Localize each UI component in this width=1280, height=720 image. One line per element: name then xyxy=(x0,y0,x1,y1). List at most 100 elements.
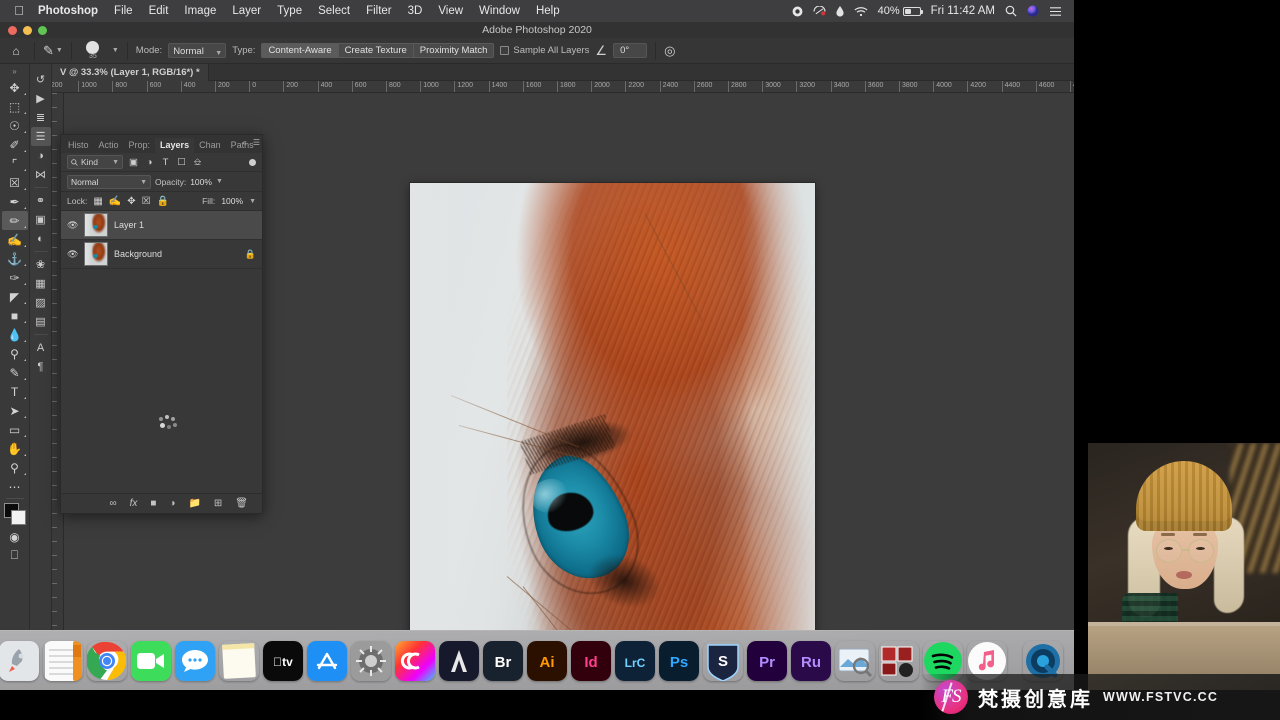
layer-mask-icon[interactable]: ■ xyxy=(150,498,156,509)
lock-artboard-icon[interactable]: ☒ xyxy=(142,196,151,207)
new-fill-adjustment-icon[interactable]: ◑ xyxy=(169,498,175,509)
adjustments-icon[interactable]: ◑ xyxy=(31,146,51,165)
menu-type[interactable]: Type xyxy=(269,5,310,17)
type-segmented-control[interactable]: Content-Aware Create Texture Proximity M… xyxy=(261,43,495,58)
properties-icon[interactable]: ≣ xyxy=(31,108,51,127)
adjustment-filter-icon[interactable]: ◑ xyxy=(144,157,155,168)
type-option-proximity-match[interactable]: Proximity Match xyxy=(412,43,495,58)
layer-name[interactable]: Layer 1 xyxy=(114,220,256,230)
layers-icon[interactable]: ☰ xyxy=(30,127,51,146)
swatches-icon[interactable]: ❀ xyxy=(31,255,51,274)
angle-icon[interactable]: ∠ xyxy=(595,43,607,59)
patterns-icon[interactable]: ▦ xyxy=(31,274,51,293)
chevron-down-icon[interactable]: ▼ xyxy=(216,178,223,185)
filter-toggle[interactable] xyxy=(249,158,256,166)
tab-actions[interactable]: Actio xyxy=(94,138,124,153)
paths-icon[interactable]: ⋈ xyxy=(31,165,51,184)
menu-view[interactable]: View xyxy=(430,5,471,17)
mac-dock[interactable]: tv Br Ai Id LrC Ps S Pr Ru xyxy=(0,630,1074,690)
lock-image-pixels-icon[interactable]: ✍ xyxy=(109,196,121,207)
rectangle-tool[interactable]: ▭ xyxy=(2,420,28,439)
link-layers-icon[interactable]: ∞ xyxy=(109,498,116,509)
lock-position-icon[interactable]: ✥ xyxy=(127,196,135,207)
double-chevron-left-icon[interactable]: « xyxy=(242,138,246,147)
brush-chevron-down-icon[interactable]: ▼ xyxy=(112,47,119,54)
menu-layer[interactable]: Layer xyxy=(224,5,269,17)
gradient-tool[interactable]: ■ xyxy=(2,306,28,325)
type-option-content-aware[interactable]: Content-Aware xyxy=(261,43,339,58)
dock-item-photo-booth[interactable] xyxy=(879,641,919,681)
path-selection-tool[interactable]: ➤ xyxy=(2,401,28,420)
history-icon[interactable]: ↺ xyxy=(31,70,51,89)
dock-item-adobe-bridge[interactable]: Br xyxy=(483,640,523,681)
layer-style-icon[interactable]: fx xyxy=(130,498,138,509)
layer-name[interactable]: Background xyxy=(114,249,239,259)
tab-history[interactable]: Histo xyxy=(63,138,94,153)
brush-preset-picker[interactable]: 35 xyxy=(80,41,106,60)
window-title-bar[interactable]: Adobe Photoshop 2020 xyxy=(0,22,1074,38)
menu-filter[interactable]: Filter xyxy=(358,5,400,17)
current-tool-preset[interactable]: ✎ ▼ xyxy=(43,43,63,59)
crop-tool[interactable]: ⌜ xyxy=(2,154,28,173)
wifi-icon[interactable] xyxy=(854,6,868,17)
menu-window[interactable]: Window xyxy=(471,5,528,17)
adjustment-layer-icon[interactable]: ◐ xyxy=(31,229,51,248)
control-center-icon[interactable] xyxy=(1049,6,1062,17)
dock-item-messages[interactable] xyxy=(175,640,215,681)
pen-tool[interactable]: ✎ xyxy=(2,363,28,382)
dock-item-app-store[interactable] xyxy=(307,640,347,681)
dock-item-lightroom-classic[interactable]: LrC xyxy=(615,640,655,681)
battery-status[interactable]: 40% xyxy=(878,5,923,17)
dock-item-notes[interactable] xyxy=(219,641,259,681)
panel-menu-icon[interactable]: ☰ xyxy=(253,138,260,147)
clone-stamp-tool[interactable]: ⚓ xyxy=(2,249,28,268)
quick-mask-icon[interactable]: ◉ xyxy=(2,527,28,546)
dock-item-launchpad[interactable] xyxy=(0,640,39,681)
table-row[interactable]: 👁 Background 🔒 xyxy=(61,240,262,269)
screen-mode-icon[interactable]: ⎕ xyxy=(2,546,28,565)
gradients-icon[interactable]: ▨ xyxy=(31,293,51,312)
pixel-filter-icon[interactable]: ▣ xyxy=(128,157,139,168)
blur-tool[interactable]: 💧 xyxy=(2,325,28,344)
background-color-swatch[interactable] xyxy=(10,510,26,525)
dock-item-facetime[interactable] xyxy=(131,640,171,681)
layer-visibility-icon[interactable]: 👁 xyxy=(67,249,78,260)
document-canvas[interactable] xyxy=(410,183,815,630)
fill-value[interactable]: 100% xyxy=(221,196,243,206)
home-icon[interactable]: ⌂ xyxy=(6,44,26,58)
lock-transparent-pixels-icon[interactable]: ▦ xyxy=(93,196,102,207)
pressure-for-size-icon[interactable]: ◎ xyxy=(664,43,675,59)
menu-help[interactable]: Help xyxy=(528,5,568,17)
screen-share-icon[interactable] xyxy=(813,5,826,17)
angle-field[interactable]: 0° xyxy=(613,43,648,58)
dock-item-preview[interactable] xyxy=(835,641,875,681)
layer-visibility-icon[interactable]: 👁 xyxy=(67,220,78,231)
lock-all-icon[interactable]: 🔒 xyxy=(157,196,169,207)
dock-item-sketchbook[interactable]: S xyxy=(703,641,743,681)
layer-list[interactable]: 👁 Layer 1 👁 Background 🔒 xyxy=(61,211,262,493)
menu-photoshop[interactable]: Photoshop xyxy=(30,5,106,17)
blend-mode-select[interactable]: Normal ▼ xyxy=(67,174,151,189)
color-swatches[interactable] xyxy=(2,503,28,527)
menu-select[interactable]: Select xyxy=(310,5,358,17)
chevron-down-icon[interactable]: ▼ xyxy=(249,198,256,205)
smart-object-filter-icon[interactable]: ⎒ xyxy=(192,157,203,168)
eyedropper-tool[interactable]: ✒ xyxy=(2,192,28,211)
styles-icon[interactable]: ▤ xyxy=(31,312,51,331)
paragraph-icon[interactable]: ¶ xyxy=(31,357,51,376)
apple-icon[interactable]:  xyxy=(8,4,30,19)
dock-item-adobe-acrobat[interactable] xyxy=(439,640,479,681)
siri-icon[interactable] xyxy=(1027,5,1039,17)
libraries-icon[interactable]: ▣ xyxy=(31,210,51,229)
lasso-tool[interactable]: ☉ xyxy=(2,116,28,135)
shape-filter-icon[interactable]: ☐ xyxy=(176,157,187,168)
sample-all-layers-checkbox[interactable]: Sample All Layers xyxy=(500,45,589,56)
chevron-down-icon[interactable]: ▼ xyxy=(56,47,63,54)
new-group-icon[interactable]: 📁 xyxy=(188,498,200,509)
delete-layer-icon[interactable]: 🗑 xyxy=(235,498,248,509)
dock-item-adobe-rush[interactable]: Ru xyxy=(791,640,831,681)
menu-edit[interactable]: Edit xyxy=(141,5,177,17)
dock-item-creative-cloud[interactable] xyxy=(395,640,435,681)
tab-channels[interactable]: Chan xyxy=(194,138,226,153)
new-layer-icon[interactable]: ⊞ xyxy=(214,498,222,509)
